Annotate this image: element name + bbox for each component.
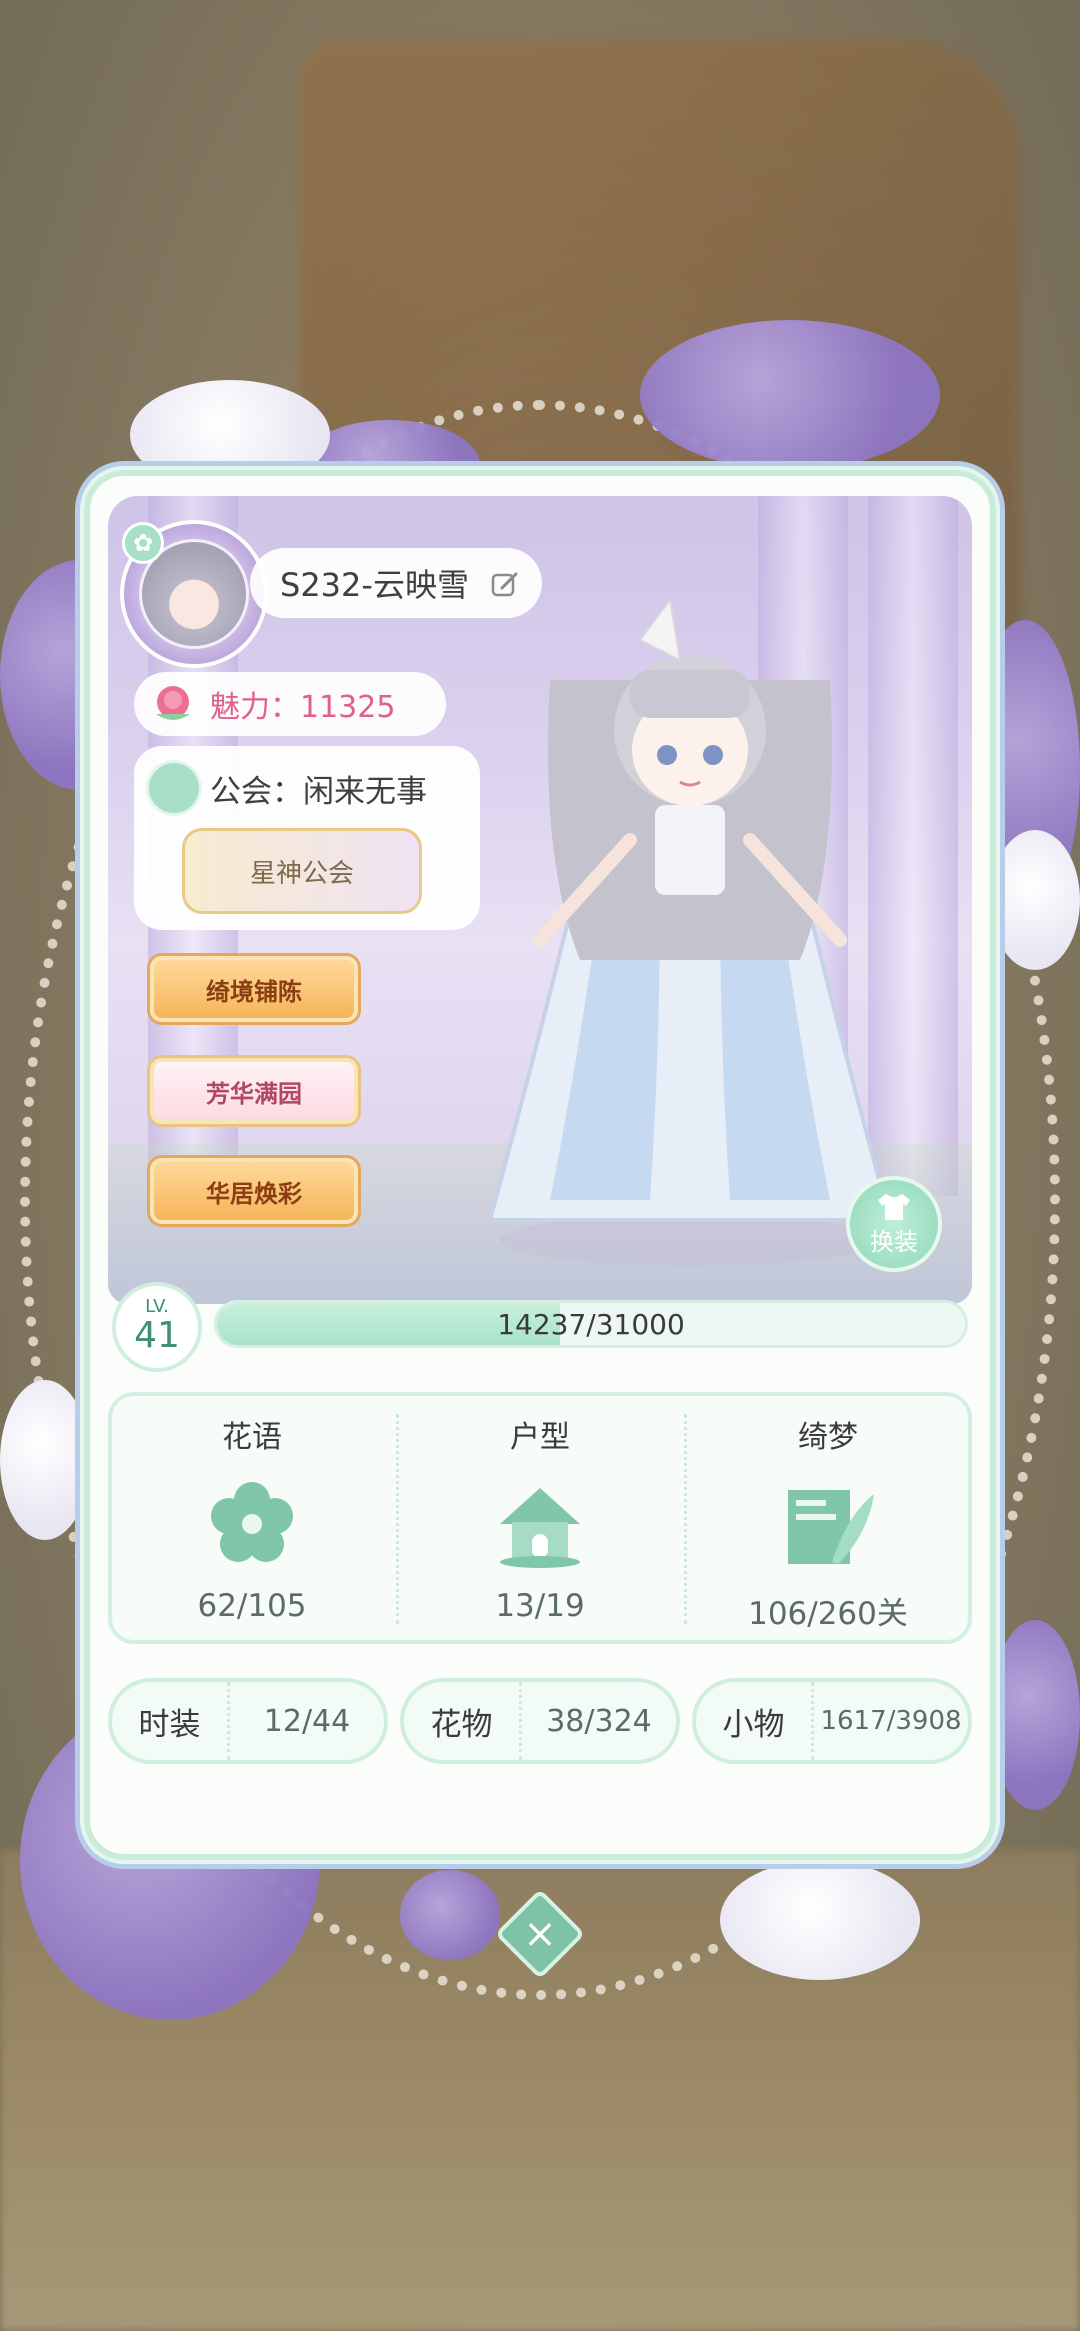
- level-prefix: LV.: [145, 1296, 169, 1317]
- stat-value: 13/19: [495, 1588, 585, 1624]
- collection-xiaowu[interactable]: 小物 1617/3908: [692, 1678, 972, 1764]
- shirt-icon: [878, 1193, 910, 1220]
- xp-progress-bar: 14237/31000: [214, 1300, 968, 1348]
- house-icon: [500, 1488, 580, 1568]
- guild-name: 公会：闲来无事: [210, 774, 427, 810]
- collection-huawu[interactable]: 花物 38/324: [400, 1678, 680, 1764]
- change-outfit-button[interactable]: 换装: [846, 1176, 942, 1272]
- collection-value: 12/44: [263, 1703, 351, 1739]
- collection-key: 小物: [696, 1682, 814, 1760]
- activity-button-label: 绮境铺陈: [206, 977, 302, 1006]
- stat-title: 花语: [222, 1420, 282, 1455]
- activity-button-2[interactable]: 芳华满园: [150, 1058, 358, 1124]
- stat-value: 106/260关: [748, 1596, 908, 1632]
- stat-value: 62/105: [197, 1588, 307, 1624]
- decor-flower-white: [0, 1380, 90, 1540]
- letter-quill-icon: [788, 1490, 874, 1564]
- guild-icon: [146, 760, 202, 816]
- stat-qimeng[interactable]: 绮梦 106/260关: [684, 1392, 972, 1644]
- level-value: 41: [134, 1315, 180, 1356]
- activity-button-3[interactable]: 华居焕彩: [150, 1158, 358, 1224]
- activity-button-label: 芳华满园: [206, 1079, 302, 1108]
- guild-emblem[interactable]: 星神公会: [182, 828, 422, 914]
- rose-icon: [156, 686, 190, 720]
- decor-flower-purple: [990, 1620, 1080, 1810]
- collection-key: 时装: [112, 1682, 230, 1760]
- stat-title: 绮梦: [798, 1420, 858, 1455]
- decor-flower-purple: [400, 1870, 500, 1960]
- flower-icon: [211, 1482, 293, 1562]
- stat-huxing[interactable]: 户型 13/19: [396, 1392, 684, 1644]
- stat-title: 户型: [510, 1420, 570, 1455]
- collection-value: 38/324: [546, 1703, 652, 1739]
- character-illustration: [487, 600, 893, 1266]
- player-name: S232-云映雪: [280, 566, 469, 604]
- change-outfit-label: 换装: [870, 1227, 918, 1256]
- guild-emblem-label: 星神公会: [249, 858, 354, 889]
- collection-value: 1617/3908: [820, 1706, 962, 1736]
- collection-key: 花物: [404, 1682, 522, 1760]
- settings-gear-icon[interactable]: ✿: [122, 522, 164, 564]
- stat-huayu[interactable]: 花语 62/105: [108, 1392, 396, 1644]
- collection-shizhuang[interactable]: 时装 12/44: [108, 1678, 388, 1764]
- level-badge: LV. 41: [112, 1282, 202, 1372]
- edit-name-icon[interactable]: [490, 570, 520, 600]
- activity-button-1[interactable]: 绮境铺陈: [150, 956, 358, 1022]
- charm-value: 魅力：11325: [210, 690, 396, 725]
- close-icon: ×: [523, 1911, 557, 1957]
- decor-flower-purple: [640, 320, 940, 470]
- decor-flower-white: [720, 1860, 920, 1980]
- xp-progress-text: 14237/31000: [497, 1307, 685, 1341]
- decor-flower-white: [990, 830, 1080, 970]
- activity-button-label: 华居焕彩: [206, 1179, 302, 1208]
